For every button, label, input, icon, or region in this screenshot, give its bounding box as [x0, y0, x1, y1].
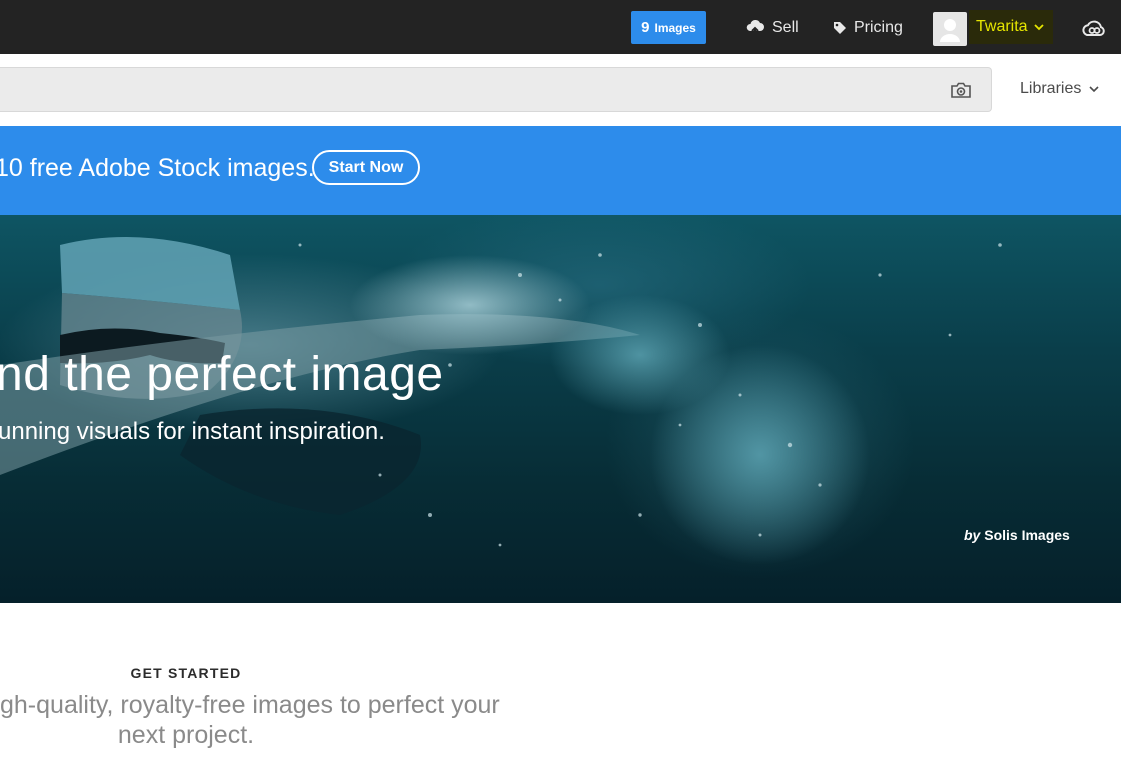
sell-link[interactable]: Sell — [745, 15, 799, 41]
libraries-dropdown[interactable]: Libraries — [1020, 80, 1099, 98]
images-count: 9 — [641, 19, 650, 36]
username: Twarita — [976, 18, 1028, 35]
top-nav-bar: 9 Images Sell Pricing Twarita — [0, 0, 1121, 54]
libraries-label: Libraries — [1020, 80, 1082, 97]
cloud-upload-icon — [746, 19, 764, 36]
search-input[interactable] — [0, 67, 992, 112]
get-started-line1: gh-quality, royalty-free images to perfe… — [0, 691, 500, 719]
sell-label: Sell — [772, 19, 799, 36]
credit-name: Solis Images — [984, 527, 1070, 543]
get-started-text: gh-quality, royalty-free images to perfe… — [0, 690, 500, 750]
tag-icon — [834, 22, 846, 34]
avatar[interactable] — [933, 12, 967, 46]
start-now-button[interactable]: Start Now — [312, 150, 420, 185]
chevron-down-icon — [1089, 85, 1099, 92]
hero-subtitle: unning visuals for instant inspiration. — [0, 418, 385, 445]
hero-swimmer-image — [0, 237, 1002, 565]
creative-cloud-icon[interactable] — [1081, 16, 1107, 42]
photo-credit[interactable]: by Solis Images — [964, 527, 1070, 543]
pricing-label: Pricing — [854, 19, 903, 36]
hero-banner: nd the perfect image unning visuals for … — [0, 215, 1121, 603]
get-started-label: GET STARTED — [130, 665, 242, 681]
credit-by: by — [964, 527, 981, 543]
user-menu[interactable]: Twarita — [969, 10, 1053, 44]
user-avatar-icon — [940, 19, 960, 42]
search-row: Libraries — [0, 54, 1121, 126]
get-started-line2: next project. — [117, 721, 255, 749]
images-unit-label: Images — [654, 20, 696, 35]
images-count-button[interactable]: 9 Images — [631, 11, 706, 44]
pricing-link[interactable]: Pricing — [833, 15, 903, 41]
chevron-down-icon — [1033, 23, 1044, 30]
promo-banner: 10 free Adobe Stock images. Start Now — [0, 126, 1121, 215]
camera-icon[interactable] — [950, 80, 972, 100]
promo-text: 10 free Adobe Stock images. — [0, 154, 315, 182]
hero-title: nd the perfect image — [0, 348, 444, 401]
